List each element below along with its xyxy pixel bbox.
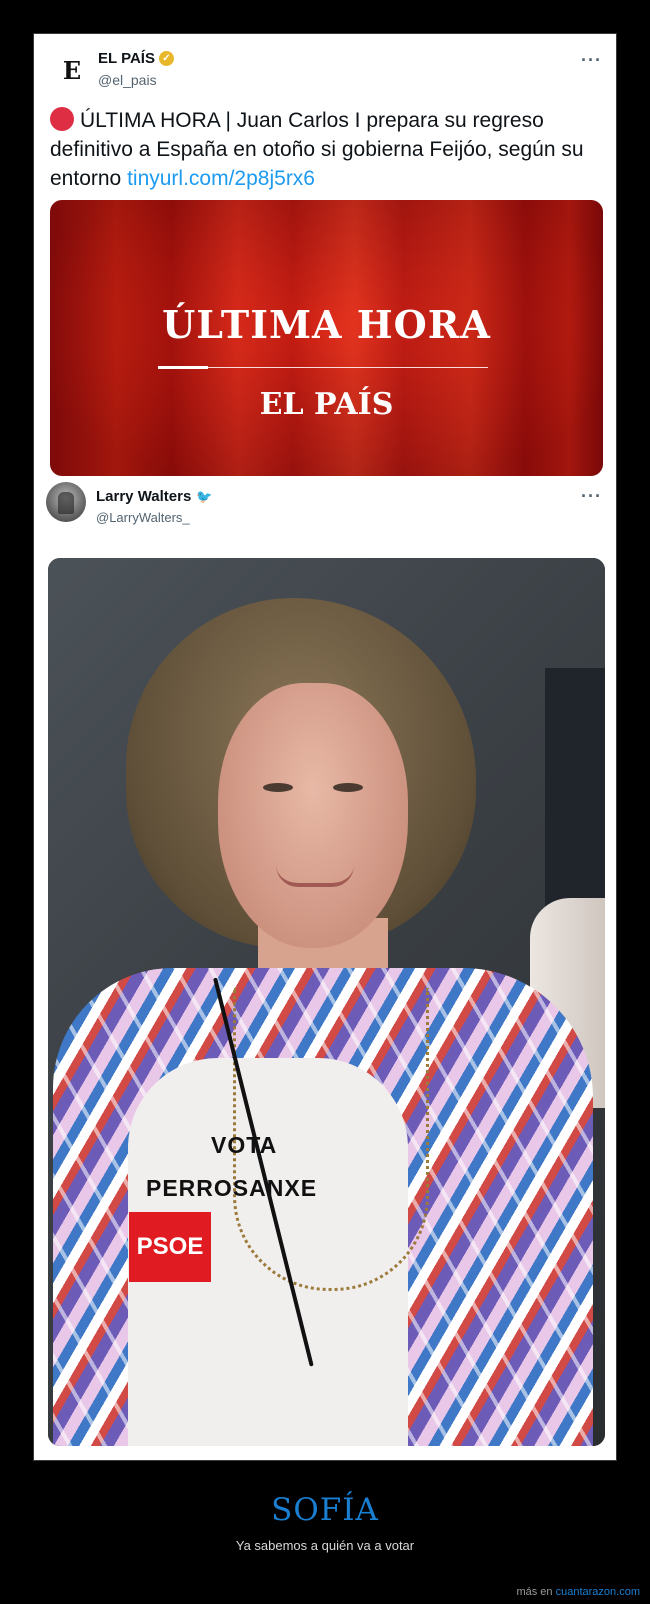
avatar[interactable] (46, 482, 86, 522)
tweet2-author-name[interactable]: Larry Walters (96, 488, 191, 505)
tweet1-text: ÚLTIMA HORA | Juan Carlos I prepara su r… (50, 106, 610, 193)
el-pais-logo-avatar[interactable]: E (52, 50, 92, 90)
tweet2-name-row: Larry Walters 🐦 (96, 488, 213, 505)
photo-left-eye (263, 783, 293, 792)
shirt-text-line1: VOTA (211, 1132, 278, 1158)
verified-badge-icon: ✓ (158, 51, 174, 66)
tweet1-header: E EL PAÍS ✓ @el_pais ··· (52, 46, 602, 96)
red-circle-icon (50, 107, 74, 131)
shirt-text-line2: PERROSANXE (146, 1175, 318, 1201)
tweet1-link[interactable]: tinyurl.com/2p8j5rx6 (127, 167, 315, 190)
card-title: ÚLTIMA HORA (162, 302, 491, 347)
more-options-icon[interactable]: ··· (581, 486, 602, 507)
meme-frame: E EL PAÍS ✓ @el_pais ··· ÚLTIMA HORA | J… (33, 33, 617, 1461)
breaking-news-card-image[interactable]: ÚLTIMA HORA EL PAÍS (50, 200, 603, 476)
footer: más en cuantarazon.com (516, 1586, 640, 1598)
more-options-icon[interactable]: ··· (581, 50, 602, 71)
photo-right-eye (333, 783, 363, 792)
tweet1-name-row: EL PAÍS ✓ (98, 50, 174, 67)
tweet2-photo[interactable]: VOTA PERROSANXE PSOE (48, 558, 605, 1446)
tweet2-handle[interactable]: @LarryWalters_ (96, 510, 190, 525)
caption-subtitle: Ya sabemos a quién va a votar (235, 1538, 415, 1553)
twitter-bird-icon: 🐦 (196, 488, 213, 504)
caption-title: SOFÍA (271, 1492, 379, 1528)
tweet2-header: Larry Walters 🐦 @LarryWalters_ ··· (46, 482, 602, 532)
footer-prefix: más en (516, 1586, 553, 1598)
psoe-logo: PSOE (129, 1212, 211, 1282)
tweet1-handle[interactable]: @el_pais (98, 72, 157, 88)
footer-site-link[interactable]: cuantarazon.com (556, 1586, 640, 1598)
tweet1-author-name[interactable]: EL PAÍS (98, 50, 155, 67)
card-brand: EL PAÍS (259, 387, 394, 422)
photo-mouth (276, 865, 354, 887)
card-divider-accent (158, 366, 208, 369)
photo-face (218, 683, 408, 948)
